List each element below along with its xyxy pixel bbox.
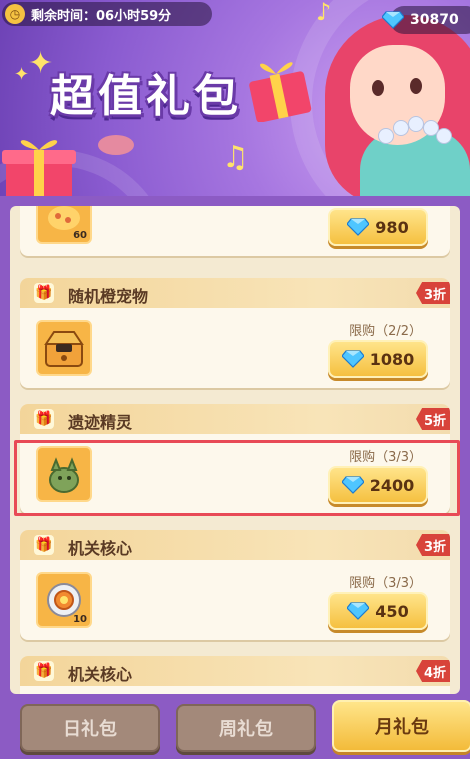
- pack-card: 🎁 随机橙宠物 3折 限购（2/2） 1080: [20, 278, 450, 388]
- pearl-necklace: [378, 128, 394, 144]
- gift-box-icon: [2, 140, 76, 204]
- pack-title: 遗迹精灵: [68, 413, 133, 432]
- pack-card: 🎁 机关核心 3折 10 限购（3/3） 450: [20, 530, 450, 640]
- buy-button[interactable]: 980: [328, 208, 428, 246]
- discount-badge: 5折: [416, 408, 450, 430]
- diamond-icon: [382, 11, 404, 29]
- diamond-icon: [347, 218, 370, 236]
- music-note-icon: ♪: [316, 0, 332, 26]
- discount-badge: 3折: [416, 282, 450, 304]
- selection-highlight: [14, 440, 460, 516]
- price-label: 980: [375, 217, 409, 237]
- price-label: 450: [375, 601, 409, 621]
- item-quantity: 60: [73, 230, 87, 241]
- card-header: 🎁 机关核心 3折: [20, 530, 450, 560]
- item-slot[interactable]: 10: [36, 572, 92, 628]
- pack-title: 机关核心: [68, 665, 133, 684]
- banner-title: 超值礼包: [50, 71, 242, 122]
- promo-banner: ✦ ✦ 超值礼包 ♫ ♪ ◷ 剩余时间：06小时59分 30870: [0, 0, 470, 205]
- purchase-limit: 限购（3/3）: [349, 576, 422, 591]
- pearl-necklace: [436, 128, 452, 144]
- diamond-balance[interactable]: 30870: [382, 6, 470, 34]
- gift-box-icon: [98, 135, 134, 155]
- discount-badge: 4折: [416, 660, 450, 682]
- gift-icon: 🎁: [34, 283, 54, 303]
- mermaid-eye: [410, 78, 422, 94]
- item-slot[interactable]: [36, 320, 92, 376]
- card-header: 🎁 随机橙宠物 3折: [20, 278, 450, 308]
- mermaid-eye: [372, 80, 384, 96]
- price-label: 1080: [369, 349, 415, 369]
- pearl-necklace: [408, 116, 424, 132]
- buy-button[interactable]: 1080: [328, 340, 428, 378]
- buy-button[interactable]: 450: [328, 592, 428, 630]
- purchase-limit: 限购（2/2）: [349, 324, 422, 339]
- gift-box-icon: [249, 62, 312, 122]
- card-header: 🎁 机关核心 4折: [20, 656, 450, 686]
- timer-label: 剩余时间：06小时59分: [31, 8, 172, 24]
- discount-badge: 3折: [416, 534, 450, 556]
- treasure-chest-icon: [44, 331, 84, 367]
- sparkle-icon: ✦: [14, 64, 30, 85]
- diamond-amount: 30870: [410, 12, 459, 28]
- diamond-icon: [347, 602, 370, 620]
- gift-icon: 🎁: [34, 535, 54, 555]
- tab-daily-pack[interactable]: 日礼包: [20, 704, 160, 752]
- pack-card: 🎁 机关核心 4折: [20, 656, 450, 694]
- pearl-necklace: [393, 120, 409, 136]
- pack-card: 60 980: [20, 206, 450, 256]
- tab-weekly-pack[interactable]: 周礼包: [176, 704, 316, 752]
- card-header: 🎁 遗迹精灵 5折: [20, 404, 450, 434]
- time-remaining: ◷ 剩余时间：06小时59分: [2, 2, 212, 26]
- gift-icon: 🎁: [34, 409, 54, 429]
- pack-title: 随机橙宠物: [68, 287, 149, 306]
- pack-title: 机关核心: [68, 539, 133, 558]
- clock-icon: ◷: [5, 4, 25, 24]
- item-slot[interactable]: 60: [36, 206, 92, 244]
- music-note-icon: ♫: [222, 140, 249, 175]
- item-quantity: 10: [73, 614, 87, 625]
- tab-monthly-pack[interactable]: 月礼包: [332, 700, 470, 752]
- diamond-icon: [341, 350, 364, 368]
- gift-icon: 🎁: [34, 661, 54, 681]
